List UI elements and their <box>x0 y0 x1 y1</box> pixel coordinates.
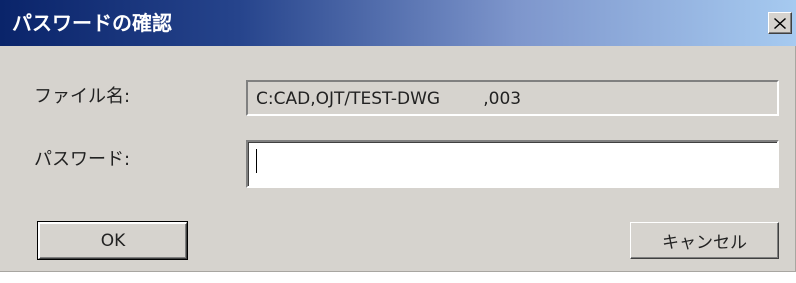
title-bar[interactable]: パスワードの確認 <box>0 0 796 46</box>
password-confirm-dialog: パスワードの確認 ファイル名: C:CAD,OJT/TEST-DWG ,003 … <box>0 0 796 272</box>
filename-label: ファイル名: <box>34 86 131 107</box>
filename-value: C:CAD,OJT/TEST-DWG ,003 <box>256 89 522 109</box>
text-caret <box>256 149 257 173</box>
filename-field: C:CAD,OJT/TEST-DWG ,003 <box>246 80 779 116</box>
cancel-button[interactable]: キャンセル <box>630 222 779 259</box>
password-label: パスワード: <box>34 149 131 170</box>
ok-button[interactable]: OK <box>37 221 188 260</box>
close-button[interactable] <box>768 12 792 34</box>
close-icon <box>774 17 786 29</box>
window-title: パスワードの確認 <box>12 11 172 35</box>
password-input[interactable] <box>246 140 779 188</box>
